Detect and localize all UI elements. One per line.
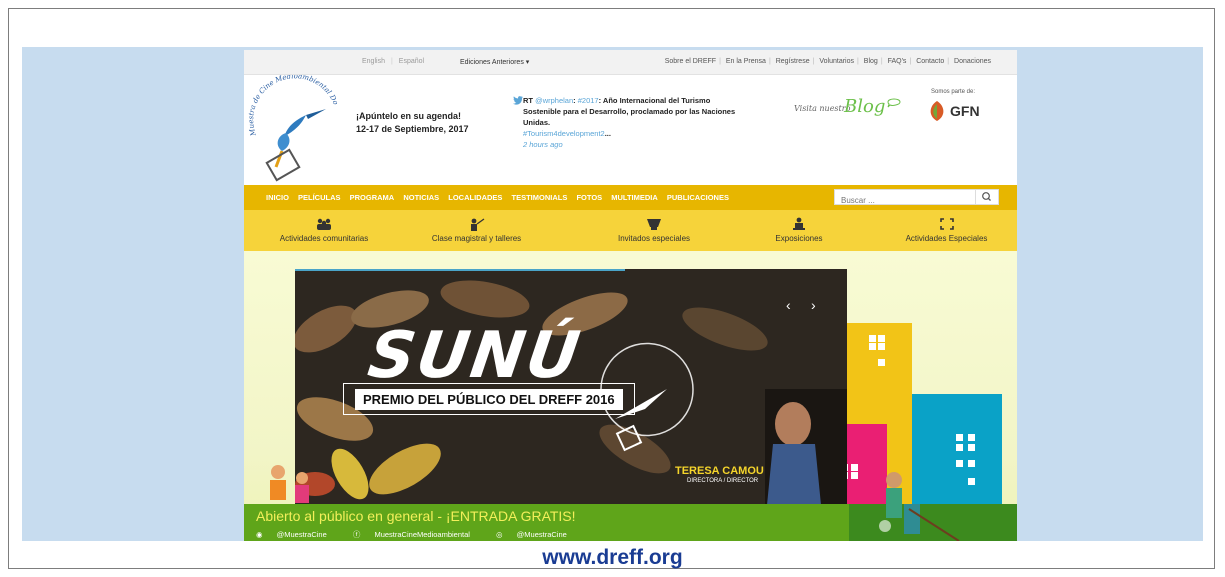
agenda-line-1: ¡Apúntelo en su agenda!	[356, 111, 462, 121]
subnav-especiales[interactable]: Actividades Especiales	[889, 210, 1004, 251]
nav-localidades[interactable]: LOCALIDADES	[448, 193, 502, 202]
blog-link[interactable]: Visita nuestro Blog	[794, 96, 904, 126]
instagram-link[interactable]: ◎ @MuestraCine	[496, 530, 579, 539]
twitter-link[interactable]: ◉ @MuestraCine	[256, 530, 339, 539]
toplink-donaciones[interactable]: Donaciones	[951, 58, 994, 65]
toplink-prensa[interactable]: En la Prensa	[723, 58, 769, 65]
website: English | Español Ediciones Anteriores ▾ S…	[244, 50, 1017, 541]
toplink-blog[interactable]: Blog	[861, 58, 881, 65]
nav-programa[interactable]: PROGRAMA	[350, 193, 395, 202]
slider-progress-line	[295, 269, 625, 271]
main-nav-items: INICIO PELÍCULAS PROGRAMA NOTICIAS LOCAL…	[266, 193, 736, 202]
nav-multimedia[interactable]: MULTIMEDIA	[611, 193, 658, 202]
toplink-registrese[interactable]: Regístrese	[773, 58, 813, 65]
blue-building-illustration	[912, 394, 1002, 505]
blog-word: Blog	[844, 96, 886, 117]
instagram-icon: ◎	[496, 530, 503, 539]
subnav-clase[interactable]: Clase magistral y talleres	[414, 210, 539, 251]
slider-next-button[interactable]: ›	[811, 297, 816, 313]
free-entry-band: Abierto al público en general - ¡ENTRADA…	[244, 504, 849, 541]
expand-corners-icon	[939, 218, 954, 230]
twitter-bird-icon	[513, 96, 523, 108]
nav-peliculas[interactable]: PELÍCULAS	[298, 193, 341, 202]
twitter-icon: ◉	[256, 530, 263, 539]
ediciones-dropdown[interactable]: Ediciones Anteriores ▾	[460, 58, 529, 66]
premio-label: PREMIO DEL PÚBLICO DEL DREFF 2016	[355, 389, 623, 410]
facebook-icon: ⓕ	[352, 530, 361, 539]
top-links: Sobre el DREFF | En la Prensa | Regístrese…	[662, 58, 994, 65]
gfn-somos-text: Somos parte de:	[931, 89, 976, 95]
gfn-name: GFN	[950, 103, 980, 119]
tweet-text: RT @wrphelan: #2017: Año Internacional d…	[523, 95, 743, 150]
search-button[interactable]	[975, 190, 998, 204]
subnav-invitados-label: Invitados especiales	[617, 234, 691, 243]
gfn-partner[interactable]: Somos parte de: GFN	[923, 89, 1003, 135]
search-box	[834, 189, 999, 208]
tweet-colon: :	[573, 96, 576, 105]
nav-fotos[interactable]: FOTOS	[576, 193, 602, 202]
subnav-comunitarias-label: Actividades comunitarias	[279, 234, 369, 243]
director-name: TERESA CAMOU	[675, 465, 764, 477]
tweet-time[interactable]: 2 hours ago	[523, 140, 563, 149]
activities-nav: Actividades comunitarias Clase magistral…	[244, 210, 1017, 251]
top-bar: English | Español Ediciones Anteriores ▾ S…	[244, 50, 1017, 75]
main-nav: INICIO PELÍCULAS PROGRAMA NOTICIAS LOCAL…	[244, 185, 1017, 210]
caret-down-icon: ▾	[525, 59, 530, 66]
free-entry-title: Abierto al público en general - ¡ENTRADA…	[256, 508, 576, 524]
gfn-leaf-icon	[930, 101, 944, 121]
search-input[interactable]	[835, 193, 971, 208]
film-title: SUNÚ	[363, 319, 586, 393]
hero-slider[interactable]: ‹ › SUNÚ PREMIO DEL PÚBLICO DEL DREFF 20…	[295, 269, 847, 505]
agenda-notice: ¡Apúntelo en su agenda! 12-17 de Septiem…	[356, 110, 469, 136]
browser-viewport: English | Español Ediciones Anteriores ▾ S…	[22, 47, 1203, 541]
man-illustration-icon	[886, 472, 902, 518]
search-icon	[982, 192, 991, 201]
nav-publicaciones[interactable]: PUBLICACIONES	[667, 193, 729, 202]
ediciones-label: Ediciones Anteriores	[460, 59, 524, 66]
site-url-caption: www.dreff.org	[542, 546, 683, 569]
subnav-comunitarias[interactable]: Actividades comunitarias	[269, 210, 379, 251]
agenda-dates: 12-17 de Septiembre, 2017	[356, 124, 469, 134]
nav-noticias[interactable]: NOTICIAS	[403, 193, 439, 202]
subnav-exposiciones[interactable]: Exposiciones	[754, 210, 844, 251]
toplink-contacto[interactable]: Contacto	[913, 58, 947, 65]
nav-inicio[interactable]: INICIO	[266, 193, 289, 202]
blog-visita-text: Visita nuestro	[794, 104, 851, 113]
slider-prev-button[interactable]: ‹	[786, 297, 791, 313]
children-illustration-icon	[270, 465, 309, 503]
dreff-logo[interactable]: Muestra de Cine Medioambiental Dominican…	[244, 69, 340, 185]
screenshot-frame: English | Español Ediciones Anteriores ▾ S…	[0, 0, 1225, 577]
toplink-faqs[interactable]: FAQ's	[885, 58, 910, 65]
hummingbird-logo-icon: Muestra de Cine Medioambiental Dominican…	[244, 69, 340, 182]
lang-english-link[interactable]: English	[359, 58, 388, 65]
facebook-link[interactable]: ⓕ MuestraCineMedioambiental	[353, 530, 482, 539]
site-header: Muestra de Cine Medioambiental Dominican…	[244, 69, 1017, 187]
subnav-especiales-label: Actividades Especiales	[905, 234, 988, 243]
vip-guests-icon	[647, 219, 661, 230]
exhibition-icon	[793, 217, 805, 230]
twitter-feed: RT @wrphelan: #2017: Año Internacional d…	[513, 95, 743, 150]
toplink-voluntarios[interactable]: Voluntarios	[816, 58, 857, 65]
teacher-icon	[470, 218, 484, 231]
subnav-exposiciones-label: Exposiciones	[775, 234, 823, 243]
language-switcher: English | Español	[359, 58, 427, 65]
lang-espanol-link[interactable]: Español	[396, 58, 427, 65]
tweet-mention-link[interactable]: @wrphelan	[535, 96, 573, 105]
nav-testimonials[interactable]: TESTIMONIALS	[512, 193, 568, 202]
tweet-ellipsis: ...	[604, 129, 611, 138]
subnav-invitados[interactable]: Invitados especiales	[599, 210, 709, 251]
social-links: ◉ @MuestraCine ⓕ MuestraCineMedioambient…	[256, 529, 591, 540]
tweet-hashtag-link[interactable]: #2017	[578, 96, 599, 105]
toplink-sobre[interactable]: Sobre el DREFF	[662, 58, 719, 65]
tweet-rt: RT	[523, 96, 533, 105]
tweet-link[interactable]: #Tourism4development2	[523, 129, 605, 138]
speech-bubble-icon	[887, 98, 901, 108]
subnav-clase-label: Clase magistral y talleres	[431, 234, 522, 243]
community-icon	[317, 218, 331, 230]
director-role: DIRECTORA / DIRECTOR	[687, 478, 759, 484]
